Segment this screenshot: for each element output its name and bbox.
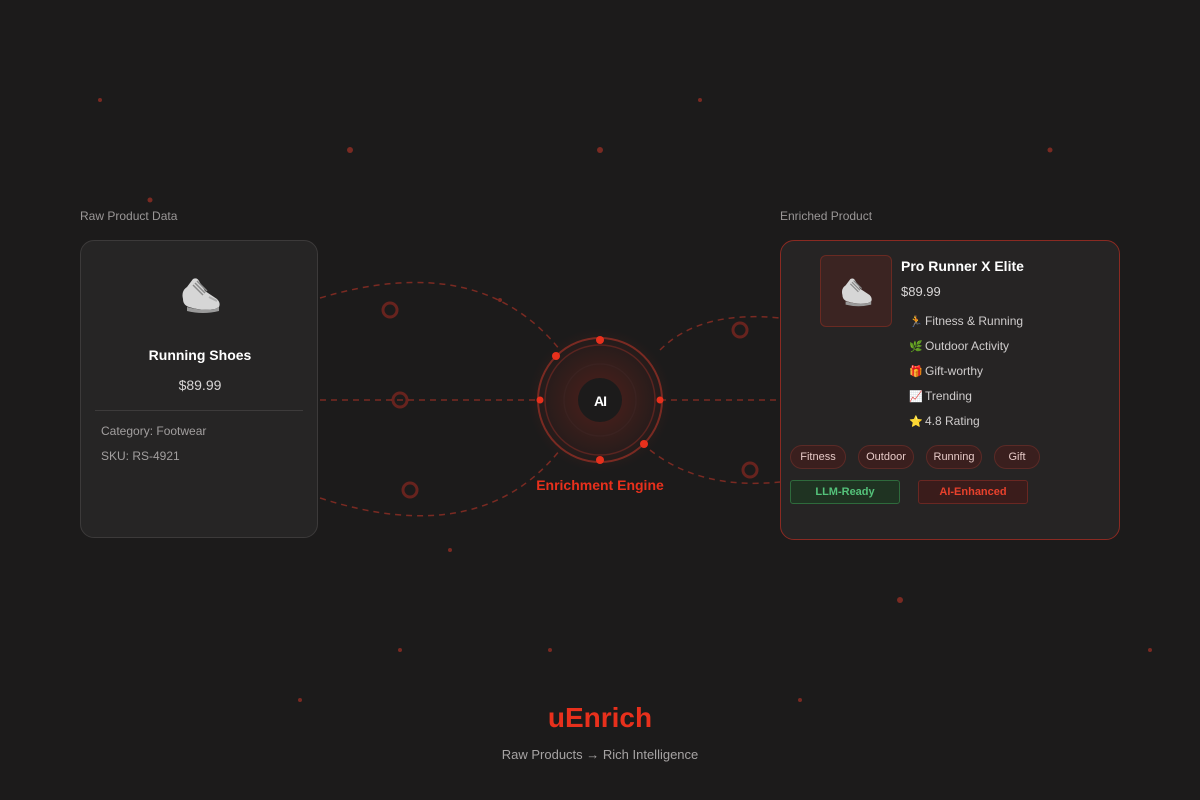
trend-chart-icon: 📈: [909, 391, 923, 403]
feature-item: 🎁 Gift-worthy: [909, 364, 983, 378]
enriched-product-price: $89.99: [901, 284, 941, 299]
leaf-icon: 🌿: [909, 341, 923, 353]
raw-section-label: Raw Product Data: [80, 209, 178, 223]
feature-item: ⭐ 4.8 Rating: [909, 414, 980, 428]
feature-label: Outdoor Activity: [925, 339, 1010, 353]
feature-label: Trending: [925, 389, 972, 403]
engine-label: Enrichment Engine: [536, 477, 664, 493]
brand-name: uEnrich: [547, 702, 653, 733]
enriched-section-label: Enriched Product: [780, 209, 873, 223]
ai-logo-icon: AI: [594, 393, 607, 409]
raw-product-price: $89.99: [178, 377, 222, 393]
star-icon: ⭐: [909, 416, 923, 428]
running-icon: 🏃: [909, 316, 923, 328]
raw-product-category: Category: Footwear: [101, 424, 207, 438]
feature-label: Gift-worthy: [925, 364, 984, 378]
divider: [95, 410, 303, 411]
feature-item: 🏃 Fitness & Running: [909, 314, 1023, 328]
ai-enhanced-badge: AI-Enhanced: [918, 480, 1028, 504]
raw-product-sku: SKU: RS-4921: [101, 449, 180, 463]
raw-product-title: Running Shoes: [148, 347, 252, 363]
shoe-icon: [81, 269, 319, 324]
llm-ready-badge: LLM-Ready: [790, 480, 900, 504]
tag-running[interactable]: Running: [926, 445, 982, 469]
feature-label: Fitness & Running: [925, 314, 1024, 328]
raw-product-card[interactable]: Running Shoes $89.99 Category: Footwear …: [80, 240, 318, 538]
gift-icon: 🎁: [909, 366, 923, 378]
tag-fitness[interactable]: Fitness: [790, 445, 846, 469]
feature-item: 📈 Trending: [909, 389, 972, 403]
shoe-icon: [842, 278, 872, 307]
enriched-product-title: Pro Runner X Elite: [901, 258, 1024, 274]
feature-item: 🌿 Outdoor Activity: [909, 339, 1009, 353]
product-thumbnail: [820, 255, 892, 327]
enriched-product-card[interactable]: Pro Runner X Elite $89.99 🏃 Fitness & Run…: [780, 240, 1120, 540]
tag-gift[interactable]: Gift: [994, 445, 1040, 469]
tag-outdoor[interactable]: Outdoor: [858, 445, 914, 469]
feature-label: 4.8 Rating: [925, 414, 980, 428]
brand-tagline: Raw Products → Rich Intelligence: [501, 747, 699, 762]
